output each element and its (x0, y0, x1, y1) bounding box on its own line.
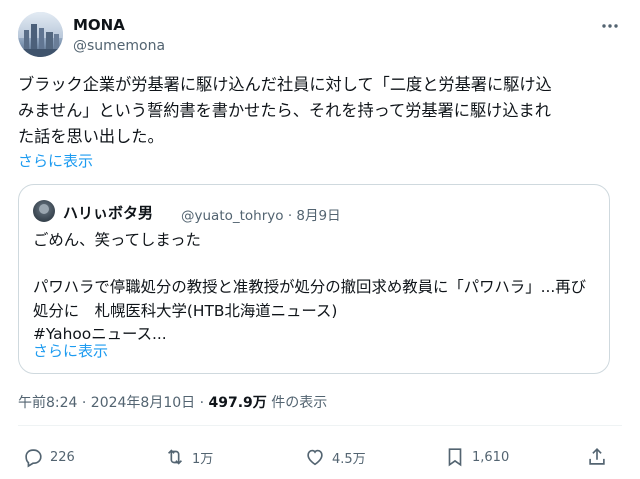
reply-count: 226 (50, 449, 75, 465)
tweet-meta: 午前8:24 · 2024年8月10日 · 497.9万 件の表示 (18, 392, 327, 412)
views-count: 497.9万 (208, 395, 267, 411)
retweet-icon (167, 449, 183, 465)
author-handle[interactable]: @sumemona (73, 38, 165, 54)
bookmark-count: 1,610 (472, 449, 510, 465)
like-button[interactable]: 4.5万 (304, 446, 366, 468)
quote-author-avatar (33, 200, 55, 222)
quote-author-handle-date: @yuato_tohryo · 8月9日 (181, 208, 341, 224)
quote-line: #Yahooニュース... (33, 325, 167, 343)
tweet-line: みません」という誓約書を書かせたら、それを持って労基署に駆け込まれ (18, 101, 551, 120)
tweet-line: ブラック企業が労基署に駆け込んだ社員に対して「二度と労基署に駆け込 (18, 75, 552, 94)
quote-line: 処分に 札幌医科大学(HTB北海道ニュース) (33, 301, 338, 320)
heart-icon (307, 449, 323, 466)
timestamp[interactable]: 午前8:24 · 2024年8月10日 · (18, 395, 209, 411)
tweet-body: ブラック企業が労基署に駆け込んだ社員に対して「二度と労基署に駆け込 みません」と… (18, 72, 622, 150)
bookmark-icon (448, 448, 462, 467)
show-more-link[interactable]: さらに表示 (18, 150, 93, 171)
retweet-count: 1万 (192, 451, 214, 467)
quote-line: ごめん、笑ってしまった (33, 231, 201, 249)
quote-author-display-name: ハリぃボタ男 (63, 204, 154, 222)
share-icon (589, 448, 605, 465)
tweet-header: MONA @sumemona (18, 12, 622, 62)
action-bar: 226 1万 4.5万 1,610 (18, 446, 622, 470)
divider (18, 425, 622, 426)
quote-line (33, 253, 605, 277)
author-display-name[interactable]: MONA (73, 16, 125, 34)
bookmark-button[interactable]: 1,610 (444, 446, 509, 468)
retweet-button[interactable]: 1万 (164, 446, 213, 468)
reply-button[interactable]: 226 (22, 446, 75, 468)
views-label: 件の表示 (266, 395, 328, 411)
author-avatar[interactable] (18, 12, 63, 57)
like-count: 4.5万 (332, 451, 366, 467)
more-icon[interactable] (600, 16, 620, 36)
reply-icon (25, 449, 42, 468)
quote-tweet-card[interactable]: ハリぃボタ男 @yuato_tohryo · 8月9日 ごめん、笑ってしまった … (18, 184, 610, 374)
quote-body: ごめん、笑ってしまった パワハラで停職処分の教授と准教授が処分の撤回求め教員に「… (33, 229, 605, 347)
share-button[interactable] (586, 446, 608, 468)
quote-show-more-link[interactable]: さらに表示 (33, 340, 108, 361)
quote-line: パワハラで停職処分の教授と准教授が処分の撤回求め教員に「パワハラ」...再び (33, 278, 587, 296)
tweet-line: た話を思い出した。 (18, 127, 164, 146)
